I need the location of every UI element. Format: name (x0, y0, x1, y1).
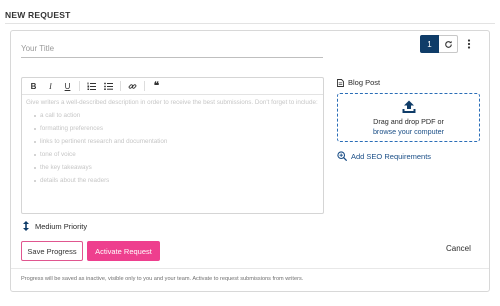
list-item: formatting preferences (34, 125, 319, 132)
list-item: links to pertinent research and document… (34, 138, 319, 145)
kebab-icon (467, 39, 471, 49)
toolbar-separator (144, 81, 145, 91)
content-type-label[interactable]: Blog Post (337, 78, 380, 87)
list-item: a call to action (34, 112, 319, 119)
editor-placeholder-intro: Give writers a well-described descriptio… (26, 99, 318, 106)
dropzone-instruction: Drag and drop PDF or (373, 116, 444, 126)
top-controls: 1 (420, 35, 476, 53)
pdf-dropzone[interactable]: Drag and drop PDF or browse your compute… (337, 93, 480, 142)
document-icon (337, 78, 344, 87)
priority-selector[interactable]: Medium Priority (23, 221, 87, 231)
link-button[interactable] (126, 80, 139, 93)
italic-button[interactable]: I (44, 80, 57, 93)
activate-request-button[interactable]: Activate Request (87, 241, 160, 261)
toolbar-separator (79, 81, 80, 91)
toolbar-separator (120, 81, 121, 91)
bold-button[interactable]: B (27, 80, 40, 93)
bullet-list-button[interactable] (102, 80, 115, 93)
editor-placeholder-list: a call to action formatting preferences … (26, 112, 319, 184)
list-item: the key takeaways (34, 164, 319, 171)
editor-placeholder: Give writers a well-described descriptio… (22, 95, 323, 193)
browse-computer-link[interactable]: browse your computer (373, 127, 444, 136)
priority-label: Medium Priority (35, 221, 88, 231)
refresh-icon (444, 40, 452, 48)
underline-button[interactable]: U (61, 80, 74, 93)
editor-toolbar: B I U ❝ (22, 78, 323, 95)
page-title: NEW REQUEST (5, 10, 71, 20)
link-icon (128, 83, 137, 89)
list-item: tone of voice (34, 151, 319, 158)
seo-link-text: Add SEO Requirements (351, 151, 432, 161)
cancel-button[interactable]: Cancel (446, 244, 471, 253)
header-divider (5, 23, 495, 24)
save-progress-button[interactable]: Save Progress (21, 241, 83, 261)
priority-arrow-icon (23, 221, 29, 231)
footer-note: Progress will be saved as inactive, visi… (21, 276, 304, 282)
upload-icon (402, 100, 415, 113)
ordered-list-button[interactable] (85, 80, 98, 93)
content-type-text: Blog Post (348, 78, 381, 87)
title-input[interactable] (21, 41, 323, 58)
bullet-list-icon (104, 82, 113, 90)
blockquote-button[interactable]: ❝ (150, 80, 163, 93)
ordered-list-icon (87, 82, 96, 90)
footer-divider (11, 268, 489, 269)
list-item: details about the readers (34, 177, 319, 184)
add-seo-requirements-link[interactable]: Add SEO Requirements (337, 151, 431, 161)
request-card: 1 B I U (10, 30, 490, 292)
search-plus-icon (337, 151, 347, 161)
more-options-button[interactable] (462, 35, 476, 53)
request-count-button[interactable]: 1 (420, 35, 439, 53)
description-editor[interactable]: B I U ❝ Give writers a well-described de… (21, 77, 324, 214)
refresh-button[interactable] (439, 35, 458, 53)
